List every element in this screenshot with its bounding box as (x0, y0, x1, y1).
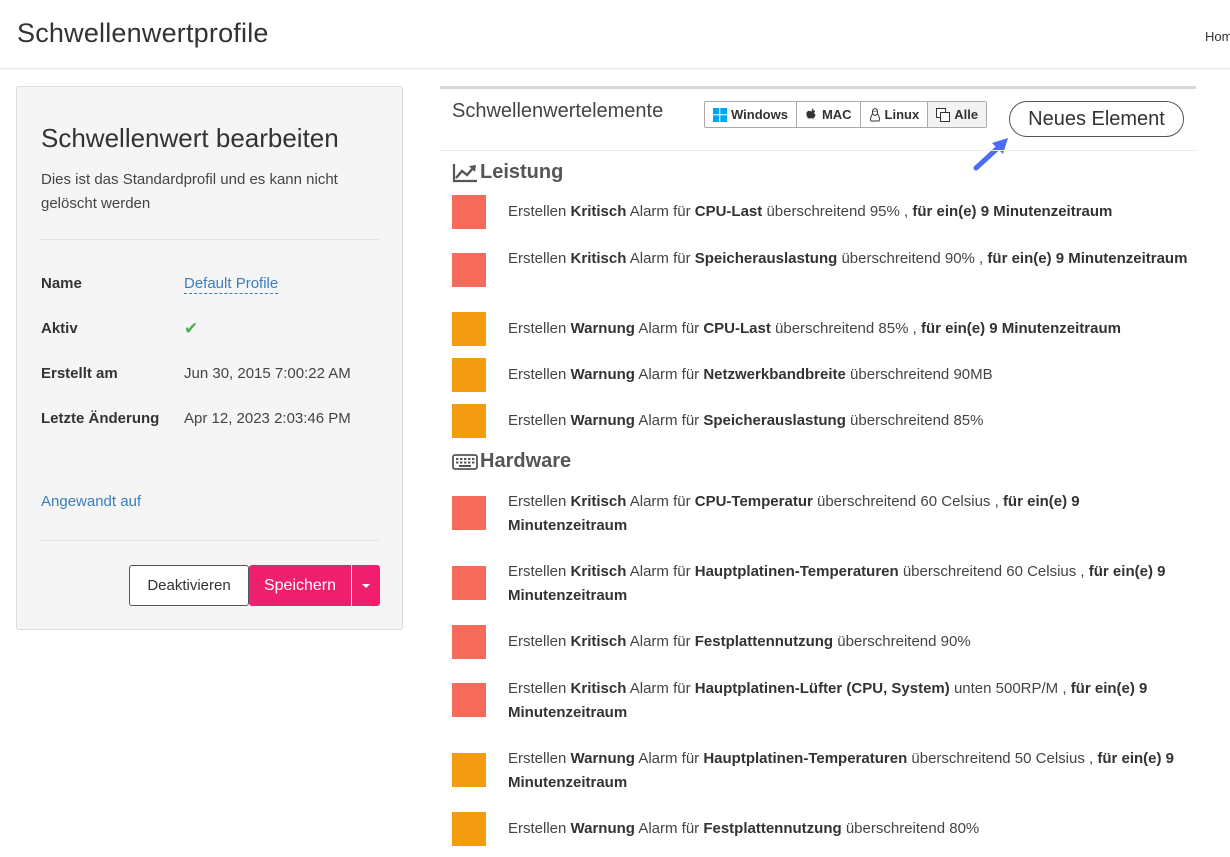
field-value: ✔ (184, 317, 198, 342)
critical-severity-swatch (452, 195, 486, 229)
warning-severity-swatch (452, 358, 486, 392)
critical-severity-swatch (452, 683, 486, 717)
copy-icon (936, 107, 951, 122)
divider (440, 150, 1196, 151)
section-title-text: Leistung (480, 161, 564, 183)
filter-mac-button[interactable]: MAC (797, 102, 861, 127)
apple-icon (805, 107, 818, 122)
applied-to-link[interactable]: Angewandt auf (41, 493, 141, 510)
edit-panel-description: Dies ist das Standardprofil und es kann … (41, 171, 338, 212)
rule-text: Erstellen Warnung Alarm für CPU-Last übe… (508, 320, 1121, 337)
filter-label: Windows (731, 107, 788, 122)
field-label: Letzte Änderung (41, 410, 160, 427)
field-value: Default Profile (184, 272, 279, 296)
os-filter-group: Windows MAC Linux Alle (704, 101, 988, 128)
elements-panel-title: Schwellenwertelemente (452, 100, 664, 122)
new-element-button[interactable]: Neues Element (1009, 101, 1184, 137)
rule-text: Erstellen Warnung Alarm für Netzwerkband… (508, 366, 993, 383)
top-bar: Schwellenwertprofile Home (0, 0, 1230, 69)
rule-text: Erstellen Warnung Alarm für Hauptplatine… (508, 750, 1175, 791)
filter-label: Alle (954, 107, 979, 122)
critical-severity-swatch (452, 625, 486, 659)
field-label: Name (41, 275, 82, 292)
field-name-row: Name Default Profile (41, 272, 381, 296)
rule-text: Erstellen Warnung Alarm für Speicherausl… (508, 412, 984, 429)
filter-label: Linux (884, 107, 920, 122)
warning-severity-swatch (452, 753, 486, 787)
rule-text: Erstellen Kritisch Alarm für CPU-Last üb… (508, 203, 1113, 220)
warning-severity-swatch (452, 812, 486, 846)
rule-text: Erstellen Kritisch Alarm für Hauptplatin… (508, 680, 1148, 721)
critical-severity-swatch (452, 253, 486, 287)
warning-severity-swatch (452, 404, 486, 438)
field-modified-row: Letzte Änderung Apr 12, 2023 2:03:46 PM (41, 407, 381, 431)
field-label: Aktiv (41, 320, 78, 337)
keyboard-icon (452, 452, 478, 472)
field-active-row: Aktiv ✔ (41, 317, 381, 341)
divider (41, 540, 379, 541)
section-title-text: Hardware (480, 450, 572, 472)
edit-panel-title: Schwellenwert bearbeiten (41, 123, 339, 153)
page-title: Schwellenwertprofile (17, 18, 269, 48)
line-chart-icon (452, 162, 478, 184)
save-button[interactable]: Speichern (249, 565, 351, 606)
panel-top-border (440, 86, 1196, 89)
warning-severity-swatch (452, 312, 486, 346)
caret-down-icon (362, 583, 370, 588)
critical-severity-swatch (452, 496, 486, 530)
deactivate-button[interactable]: Deaktivieren (129, 565, 249, 606)
field-label: Erstellt am (41, 365, 118, 382)
profile-name-editable[interactable]: Default Profile (184, 275, 279, 294)
rule-text: Erstellen Warnung Alarm für Festplattenn… (508, 820, 980, 837)
windows-icon (713, 107, 727, 122)
section-title-hardware: Hardware (452, 450, 571, 473)
rule-text: Erstellen Kritisch Alarm für CPU-Tempera… (508, 493, 1080, 534)
save-dropdown-toggle[interactable] (352, 565, 380, 606)
filter-windows-button[interactable]: Windows (705, 102, 797, 127)
section-title-leistung: Leistung (452, 161, 563, 184)
critical-severity-swatch (452, 566, 486, 600)
rule-text: Erstellen Kritisch Alarm für Festplatten… (508, 633, 971, 650)
rule-text: Erstellen Kritisch Alarm für Speicheraus… (508, 250, 1188, 267)
field-created-row: Erstellt am Jun 30, 2015 7:00:22 AM (41, 362, 381, 386)
filter-all-button[interactable]: Alle (928, 102, 987, 127)
divider (41, 239, 379, 240)
rule-text: Erstellen Kritisch Alarm für Hauptplatin… (508, 563, 1166, 604)
filter-linux-button[interactable]: Linux (861, 102, 929, 127)
linux-icon (869, 107, 881, 122)
filter-label: MAC (821, 107, 852, 122)
field-value: Apr 12, 2023 2:03:46 PM (184, 410, 351, 427)
home-breadcrumb-link[interactable]: Home (1205, 29, 1230, 44)
pointer-arrow-icon (973, 138, 1008, 171)
check-icon: ✔ (184, 319, 199, 338)
edit-threshold-panel: Schwellenwert bearbeiten Dies ist das St… (16, 86, 403, 630)
field-value: Jun 30, 2015 7:00:22 AM (184, 365, 351, 382)
